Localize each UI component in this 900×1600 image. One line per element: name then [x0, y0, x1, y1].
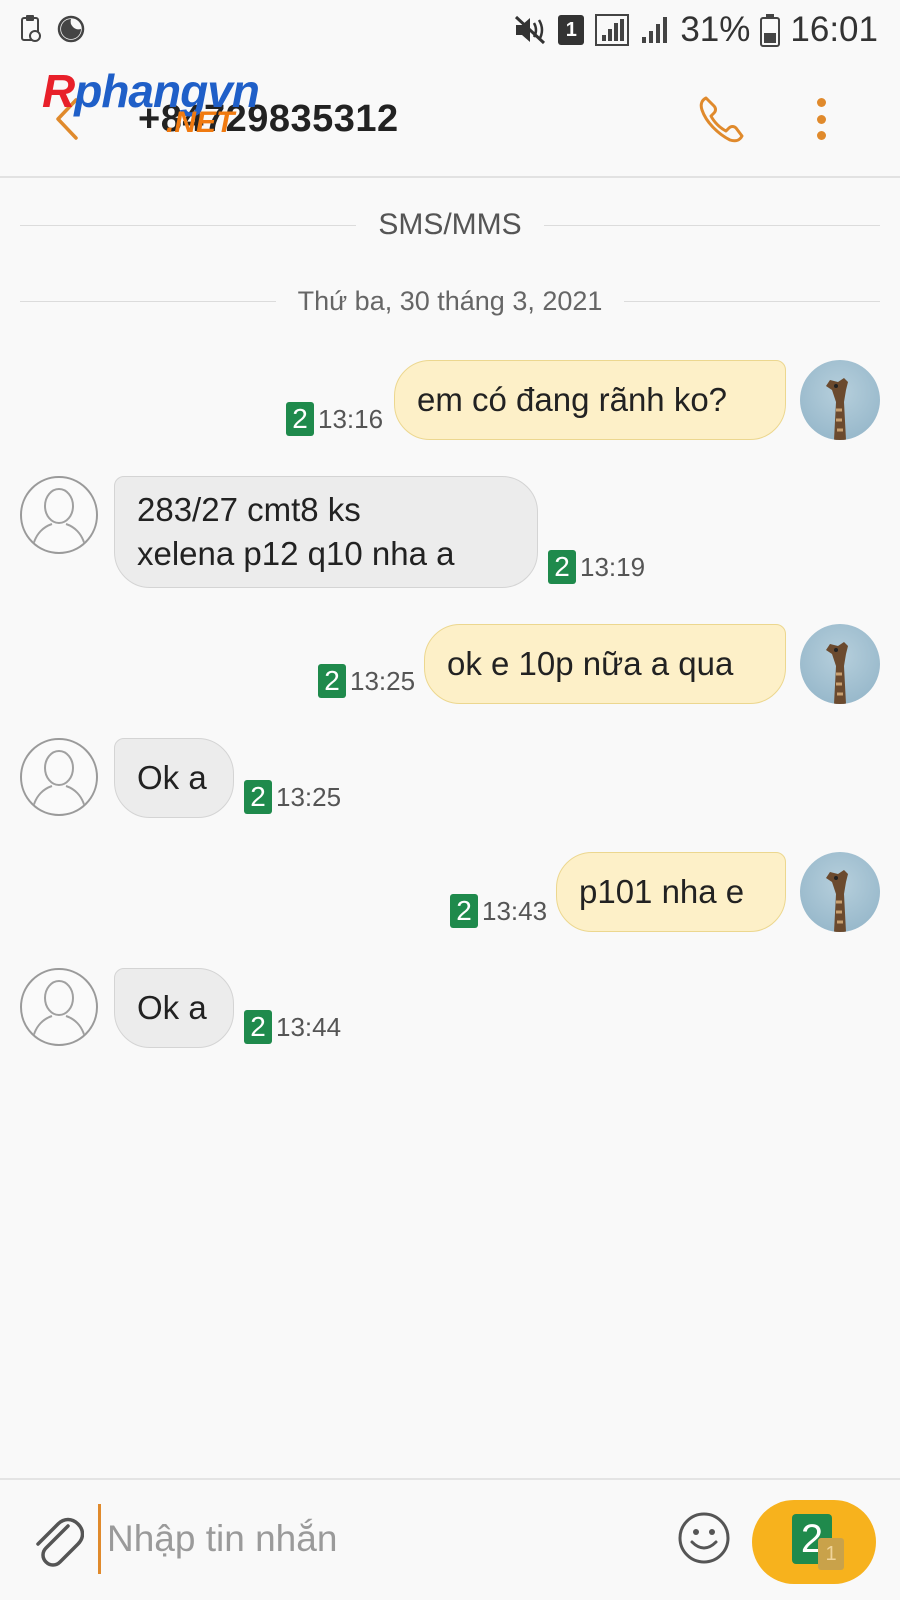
avatar-contact[interactable] — [20, 968, 98, 1046]
status-left — [20, 14, 86, 44]
message-text: ok e 10p nữa a qua — [447, 645, 734, 682]
emoji-icon[interactable] — [676, 1510, 732, 1566]
message-time: 13:25 — [276, 781, 342, 812]
message-text-line: xelena p12 q10 nha a — [137, 535, 455, 572]
date-divider: Thứ ba, 30 tháng 3, 2021 — [20, 286, 880, 317]
signal-icon — [595, 14, 630, 46]
message-bubble-incoming[interactable]: Ok a — [114, 968, 234, 1048]
sim-badge: 2 — [450, 894, 478, 928]
message-time: 13:43 — [482, 895, 548, 926]
status-bar: 1 31% 16:01 — [0, 0, 900, 60]
message-text: p101 nha e — [579, 873, 745, 910]
message-bubble-incoming[interactable]: 283/27 cmt8 ks xelena p12 q10 nha a — [114, 476, 538, 588]
message-text: Ok a — [137, 759, 207, 796]
moon-icon — [57, 15, 85, 43]
attach-icon[interactable] — [28, 1510, 84, 1570]
avatar-contact[interactable] — [20, 738, 98, 816]
message-meta: 2 13:44 — [244, 1010, 341, 1044]
message-text-line: 283/27 cmt8 ks — [137, 491, 361, 528]
avatar-me[interactable] — [800, 852, 880, 932]
message-text: Ok a — [137, 989, 207, 1026]
person-avatar-icon — [31, 980, 87, 1044]
message-time: 13:19 — [580, 551, 646, 582]
message-input[interactable] — [98, 1504, 638, 1574]
mute-icon — [515, 15, 546, 45]
message-time: 13:44 — [276, 1011, 342, 1042]
send-button[interactable]: 2 1 — [752, 1500, 876, 1584]
message-time: 13:25 — [350, 665, 416, 696]
message-meta: 2 13:19 — [548, 550, 645, 584]
message-text: em có đang rãnh ko? — [417, 381, 728, 418]
sim-slot-badge: 1 — [558, 15, 585, 45]
more-vert-icon-dot — [816, 98, 826, 107]
giraffe-avatar-icon — [826, 642, 848, 704]
more-vert-icon-dot — [816, 114, 826, 124]
message-meta: 2 13:43 — [450, 894, 547, 928]
message-bubble-outgoing[interactable]: em có đang rãnh ko? — [394, 360, 786, 440]
more-vert-icon-dot — [816, 131, 826, 140]
person-avatar-icon — [31, 750, 87, 814]
sim-badge: 2 — [244, 780, 272, 814]
status-time: 16:01 — [790, 10, 878, 49]
battery-percent: 31% — [680, 10, 751, 49]
message-composer: 2 1 — [0, 1478, 900, 1600]
message-meta: 2 13:25 — [244, 780, 341, 814]
date-label: Thứ ba, 30 tháng 3, 2021 — [297, 286, 603, 316]
send-sim-secondary: 1 — [818, 1538, 844, 1570]
channel-label: SMS/MMS — [378, 208, 522, 241]
send-sim-icon: 2 1 — [792, 1514, 844, 1570]
avatar-me[interactable] — [800, 360, 880, 440]
channel-divider: SMS/MMS — [20, 208, 880, 242]
avatar-me[interactable] — [800, 624, 880, 704]
watermark-logo-r: R — [42, 65, 75, 117]
phone-icon[interactable] — [694, 92, 750, 148]
message-time: 13:16 — [318, 403, 384, 434]
message-bubble-outgoing[interactable]: p101 nha e — [556, 852, 786, 932]
signal-icon — [642, 17, 668, 43]
sim-badge: 2 — [548, 550, 576, 584]
sim-badge: 2 — [286, 402, 314, 436]
more-options-button[interactable] — [806, 94, 836, 144]
person-avatar-icon — [31, 488, 87, 552]
message-bubble-outgoing[interactable]: ok e 10p nữa a qua — [424, 624, 786, 704]
sim-badge: 2 — [244, 1010, 272, 1044]
battery-icon — [760, 14, 781, 47]
giraffe-avatar-icon — [826, 378, 848, 440]
giraffe-avatar-icon — [826, 870, 848, 932]
message-meta: 2 13:25 — [318, 664, 415, 698]
clipboard-icon — [21, 15, 41, 42]
avatar-contact[interactable] — [20, 476, 98, 554]
message-meta: 2 13:16 — [286, 402, 383, 436]
watermark-logo-suffix: .NET — [166, 106, 235, 139]
message-bubble-incoming[interactable]: Ok a — [114, 738, 234, 818]
status-right: 1 31% 16:01 — [512, 10, 878, 50]
sim-badge: 2 — [318, 664, 346, 698]
conversation-header: +84729835312 Rphangvn .NET — [0, 62, 900, 178]
